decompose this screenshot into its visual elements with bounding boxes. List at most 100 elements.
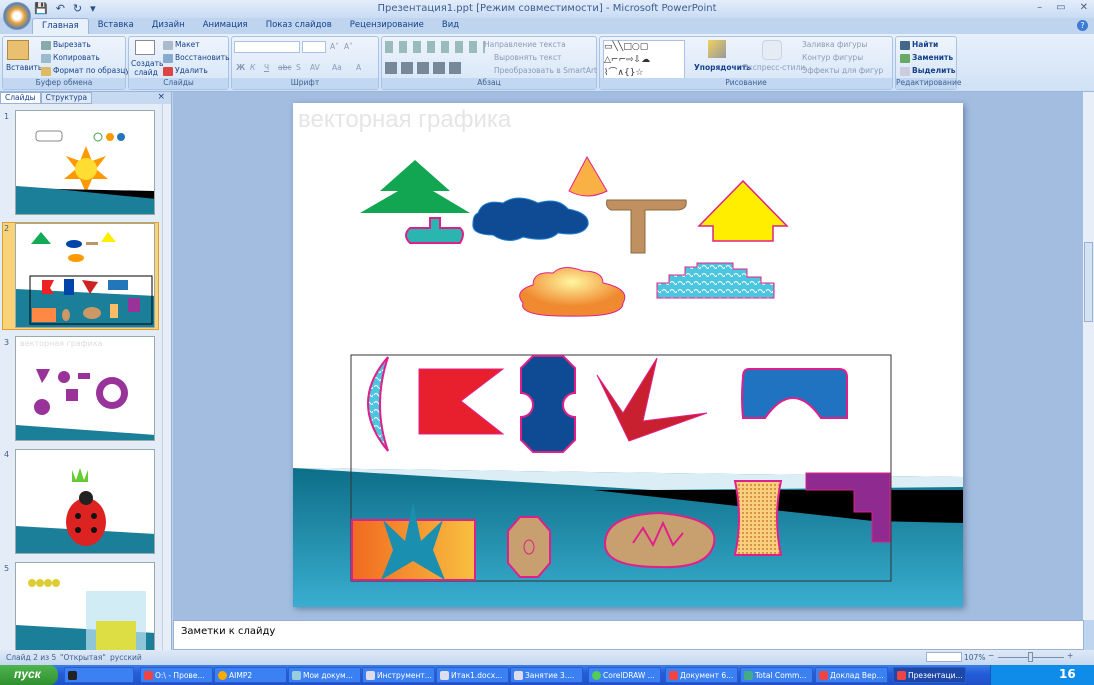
close-button[interactable]: ✕ <box>1080 2 1088 13</box>
restore-button[interactable]: ▭ <box>1056 2 1065 13</box>
text-direction-button[interactable]: Направление текста <box>484 40 566 49</box>
quick-styles-button[interactable]: Экспресс-стили <box>743 63 805 72</box>
strikethrough-button[interactable]: abc <box>278 63 291 72</box>
delete-icon <box>163 66 173 76</box>
cut-button[interactable]: Вырезать <box>41 40 91 50</box>
window-controls: – ▭ ✕ <box>1037 2 1088 13</box>
zoom-slider-thumb[interactable] <box>1028 652 1033 662</box>
font-name-select[interactable] <box>234 41 300 53</box>
reset-button[interactable]: Восстановить <box>163 53 230 63</box>
font-size-select[interactable] <box>302 41 326 53</box>
redo-icon[interactable]: ↻ <box>73 2 82 15</box>
zoom-level[interactable]: 107% <box>964 653 985 662</box>
slide-number: 5 <box>4 564 10 573</box>
align-text-button[interactable]: Выровнять текст <box>494 53 561 62</box>
shape-fill-button[interactable]: Заливка фигуры <box>802 40 867 49</box>
help-icon[interactable]: ? <box>1077 20 1088 31</box>
taskbar-item[interactable]: Занятие 3.... <box>510 667 583 683</box>
shape-effects-button[interactable]: Эффекты для фигур <box>802 66 883 75</box>
green-tree-shape <box>360 160 470 213</box>
taskbar-item[interactable]: Инструмент... <box>362 667 435 683</box>
char-spacing-button[interactable]: AV <box>310 63 320 72</box>
cursor-icon <box>900 66 910 76</box>
new-slide-icon <box>135 40 155 55</box>
slide-thumbnail-4[interactable] <box>15 449 155 554</box>
minimize-button[interactable]: – <box>1037 2 1042 13</box>
shapes-gallery[interactable]: ▭╲╲□○▢ △⌐⌐⇨⇩☁ ⌇⌒∧{}☆ <box>603 40 685 80</box>
undo-icon[interactable]: ↶ <box>56 2 65 15</box>
system-tray: 16 <box>990 665 1094 685</box>
tab-slideshow[interactable]: Показ слайдов <box>257 18 341 34</box>
taskbar-item[interactable]: О:\ - Прове... <box>140 667 213 683</box>
taskbar-item-active[interactable]: Презентаци... <box>893 667 966 683</box>
office-button[interactable] <box>3 2 31 30</box>
change-case-button[interactable]: Aa <box>332 63 342 72</box>
taskbar-item[interactable]: Мои докум... <box>288 667 361 683</box>
align-buttons[interactable] <box>385 62 465 74</box>
taskbar-item[interactable]: CorelDRAW ... <box>588 667 661 683</box>
slide-thumbnail-3[interactable]: векторная графика <box>15 336 155 441</box>
bold-button[interactable]: Ж <box>236 63 245 72</box>
find-label: Найти <box>912 40 939 49</box>
slides-group: Создать слайд Макет Восстановить Удалить… <box>128 36 230 90</box>
select-button[interactable]: Выделить <box>900 66 955 76</box>
font-color-button[interactable]: A <box>356 63 361 72</box>
select-label: Выделить <box>912 66 956 75</box>
tab-outline[interactable]: Структура <box>40 92 93 104</box>
slides-pane-scrollbar[interactable] <box>162 104 171 650</box>
notes-pane[interactable]: Заметки к слайду <box>173 620 1084 650</box>
editor-scrollbar[interactable] <box>1083 92 1094 620</box>
zoom-in-button[interactable]: + <box>1067 651 1073 660</box>
slide-thumbnail-2[interactable] <box>15 223 155 328</box>
slide-thumbnail-1[interactable] <box>15 110 155 215</box>
taskbar-item[interactable]: Total Comm... <box>740 667 813 683</box>
theme-name[interactable]: "Открытая" <box>60 653 106 662</box>
taskbar-item[interactable]: Доклад Вер... <box>815 667 888 683</box>
thumbnail-title: векторная графика <box>20 339 103 348</box>
shadow-button[interactable]: S <box>296 63 301 72</box>
language[interactable]: русский <box>110 653 142 662</box>
new-slide-button[interactable]: Создать слайд <box>131 59 163 77</box>
window-title: Презентация1.ppt [Режим совместимости] -… <box>377 3 717 14</box>
tab-insert[interactable]: Вставка <box>89 18 143 34</box>
group-label: Шрифт <box>232 78 378 89</box>
copy-button[interactable]: Копировать <box>41 53 100 63</box>
tab-design[interactable]: Дизайн <box>143 18 194 34</box>
italic-button[interactable]: К <box>250 63 255 72</box>
tab-review[interactable]: Рецензирование <box>341 18 433 34</box>
taskbar-item[interactable]: Итак1.docx... <box>436 667 509 683</box>
underline-button[interactable]: Ч <box>264 63 269 72</box>
shape-outline-button[interactable]: Контур фигуры <box>802 53 863 62</box>
start-button[interactable]: пуск <box>0 665 58 685</box>
clock[interactable]: 16 <box>1059 667 1076 681</box>
grow-font-button[interactable]: A˄ <box>330 42 339 51</box>
delete-slide-button[interactable]: Удалить <box>163 66 208 76</box>
scissors-icon <box>41 40 51 50</box>
taskbar-show-desktop[interactable] <box>64 667 134 683</box>
taskbar-item[interactable]: Документ 6... <box>665 667 738 683</box>
tab-animation[interactable]: Анимация <box>194 18 257 34</box>
smartart-button[interactable]: Преобразовать в SmartArt <box>494 66 597 75</box>
close-pane-icon[interactable]: × <box>157 92 165 102</box>
taskbar-item[interactable]: AIMP2 <box>214 667 287 683</box>
save-icon[interactable]: 💾 <box>34 2 48 15</box>
tab-view[interactable]: Вид <box>433 18 468 34</box>
customize-qat-icon[interactable]: ▾ <box>90 2 96 15</box>
shrink-font-button[interactable]: A˅ <box>344 42 353 51</box>
view-buttons[interactable] <box>926 652 962 662</box>
scrollbar-thumb[interactable] <box>1084 242 1093 322</box>
slide-title[interactable]: векторная графика <box>298 106 511 134</box>
tab-home[interactable]: Главная <box>32 18 89 34</box>
slide-canvas[interactable]: векторная графика <box>293 103 963 607</box>
tab-slides[interactable]: Слайды <box>0 92 41 104</box>
find-button[interactable]: Найти <box>900 40 938 50</box>
paste-button[interactable]: Вставить <box>6 63 42 72</box>
list-buttons[interactable] <box>385 41 485 53</box>
slide-thumbnail-5[interactable] <box>15 562 155 650</box>
replace-button[interactable]: Заменить <box>900 53 953 63</box>
slide-counter: Слайд 2 из 5 <box>6 653 57 662</box>
format-painter-button[interactable]: Формат по образцу <box>41 66 130 76</box>
copy-label: Копировать <box>53 53 100 62</box>
zoom-out-button[interactable]: − <box>988 651 994 660</box>
layout-button[interactable]: Макет <box>163 40 200 50</box>
